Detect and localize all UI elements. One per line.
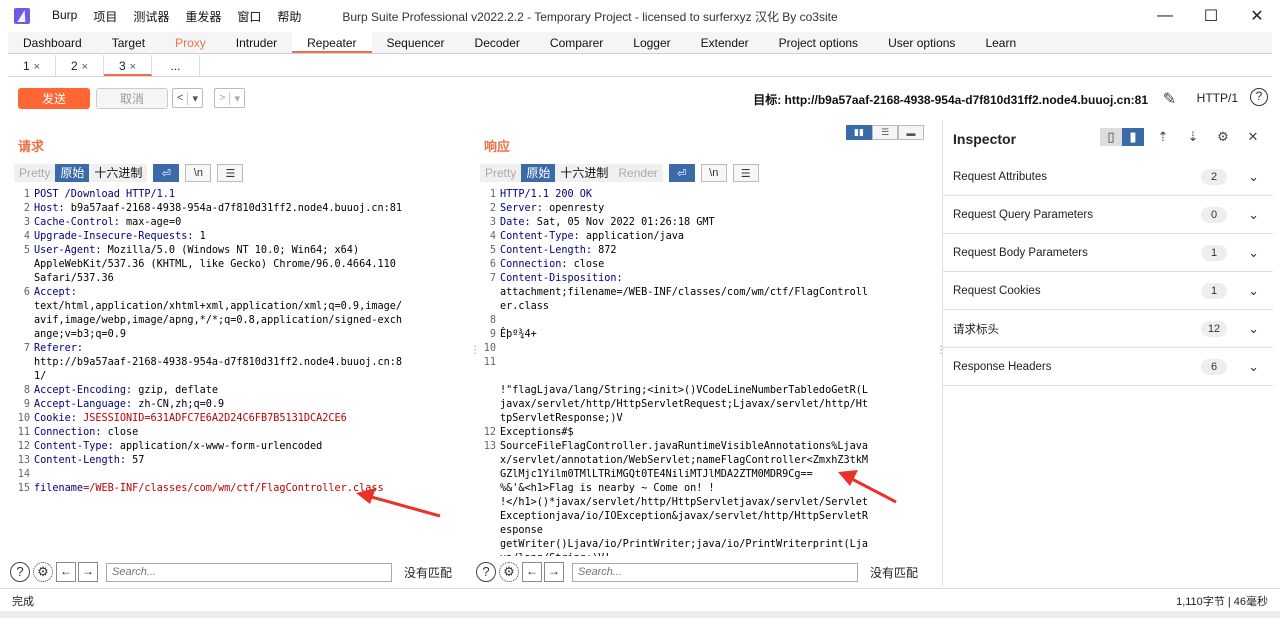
red-arrow-response — [838, 470, 897, 504]
background-window-strip — [0, 611, 1280, 618]
status-text: 完成 — [12, 596, 34, 608]
annotation-arrows — [356, 470, 897, 518]
status-bar: 完成 1,110字节 | 46毫秒 — [0, 588, 1280, 610]
response-size-time: 1,110字节 | 46毫秒 — [1176, 596, 1268, 608]
red-arrow-request — [356, 488, 441, 518]
